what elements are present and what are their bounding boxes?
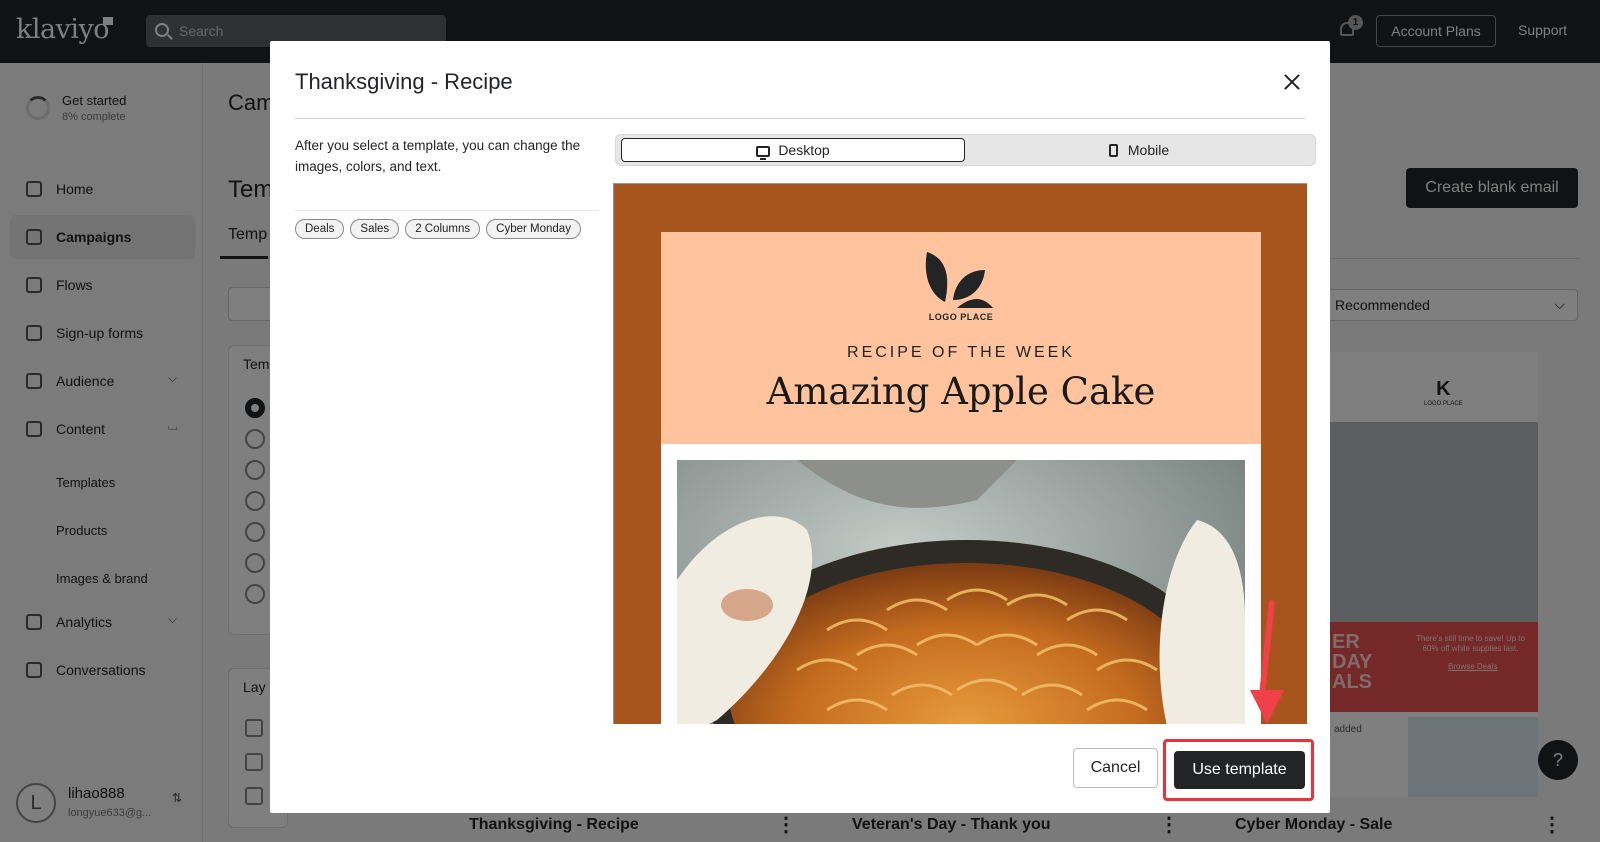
title-divider — [295, 118, 1305, 119]
template-preview-modal: Thanksgiving - Recipe After you select a… — [270, 41, 1330, 813]
view-toggle: Desktop Mobile — [615, 134, 1316, 166]
tag-deals: Deals — [295, 219, 345, 239]
tag-2-columns: 2 Columns — [405, 219, 481, 239]
mobile-icon — [1108, 144, 1118, 157]
tag-sales: Sales — [350, 219, 400, 239]
cancel-button[interactable]: Cancel — [1073, 748, 1158, 788]
email-preview[interactable]: LOGO PLACE RECIPE OF THE WEEK Amazing Ap… — [613, 183, 1307, 724]
description-divider — [295, 210, 599, 211]
annotation-arrow-head-icon — [1250, 690, 1284, 724]
annotation-highlight-box — [1163, 739, 1314, 801]
template-tags: Deals Sales 2 Columns Cyber Monday — [295, 219, 581, 239]
modal-title: Thanksgiving - Recipe — [295, 69, 513, 94]
apple-cake-photo — [677, 460, 1245, 724]
leaf-logo-icon — [925, 252, 993, 308]
apple-cake-illustration — [677, 460, 1245, 724]
tag-cyber-monday: Cyber Monday — [486, 219, 581, 239]
mobile-view-button[interactable]: Mobile — [967, 138, 1311, 162]
email-eyebrow: RECIPE OF THE WEEK — [847, 344, 1075, 361]
logo-placeholder-text: LOGO PLACE — [928, 312, 994, 322]
desktop-icon — [756, 146, 771, 160]
email-body — [661, 444, 1261, 724]
desktop-label: Desktop — [778, 142, 830, 158]
mobile-label: Mobile — [1127, 142, 1170, 158]
email-headline: Amazing Apple Cake — [766, 370, 1156, 413]
close-icon[interactable] — [1281, 71, 1303, 93]
email-header: LOGO PLACE RECIPE OF THE WEEK Amazing Ap… — [661, 232, 1261, 444]
desktop-view-button[interactable]: Desktop — [621, 138, 965, 162]
modal-description: After you select a template, you can cha… — [295, 138, 581, 174]
